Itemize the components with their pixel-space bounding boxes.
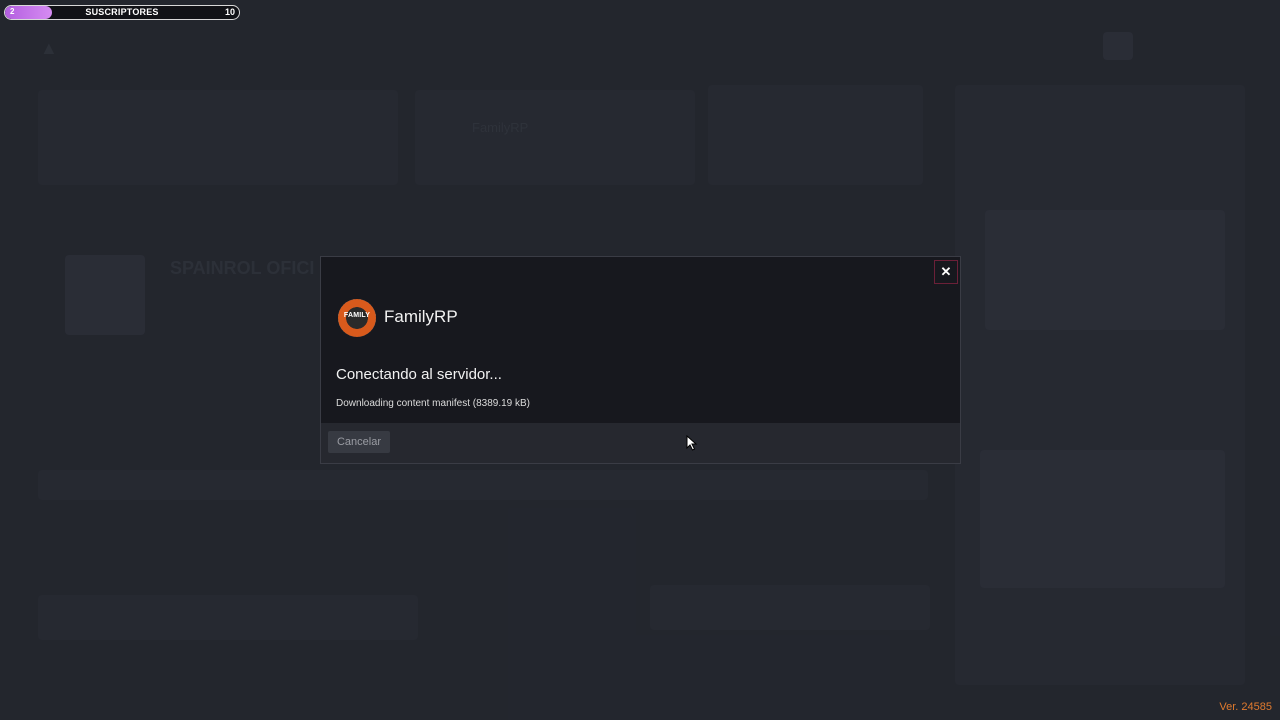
subscriber-label: SUSCRIPTORES [85, 7, 159, 17]
dialog-footer: Cancelar [321, 423, 960, 463]
connection-status-title: Conectando al servidor... [336, 366, 502, 383]
server-logo-text: FAMILY [343, 312, 371, 319]
subscriber-progress-bar: 2 SUSCRIPTORES 10 [4, 5, 240, 20]
version-label: Ver. 24585 [1219, 701, 1272, 713]
server-name: FamilyRP [384, 307, 458, 326]
connecting-dialog: ✕ FAMILY FamilyRP Conectando al servidor… [320, 256, 961, 464]
cancel-button[interactable]: Cancelar [328, 431, 390, 453]
close-icon[interactable]: ✕ [934, 260, 958, 284]
connection-status-detail: Downloading content manifest (8389.19 kB… [336, 398, 531, 409]
subscriber-goal: 10 [224, 7, 235, 17]
